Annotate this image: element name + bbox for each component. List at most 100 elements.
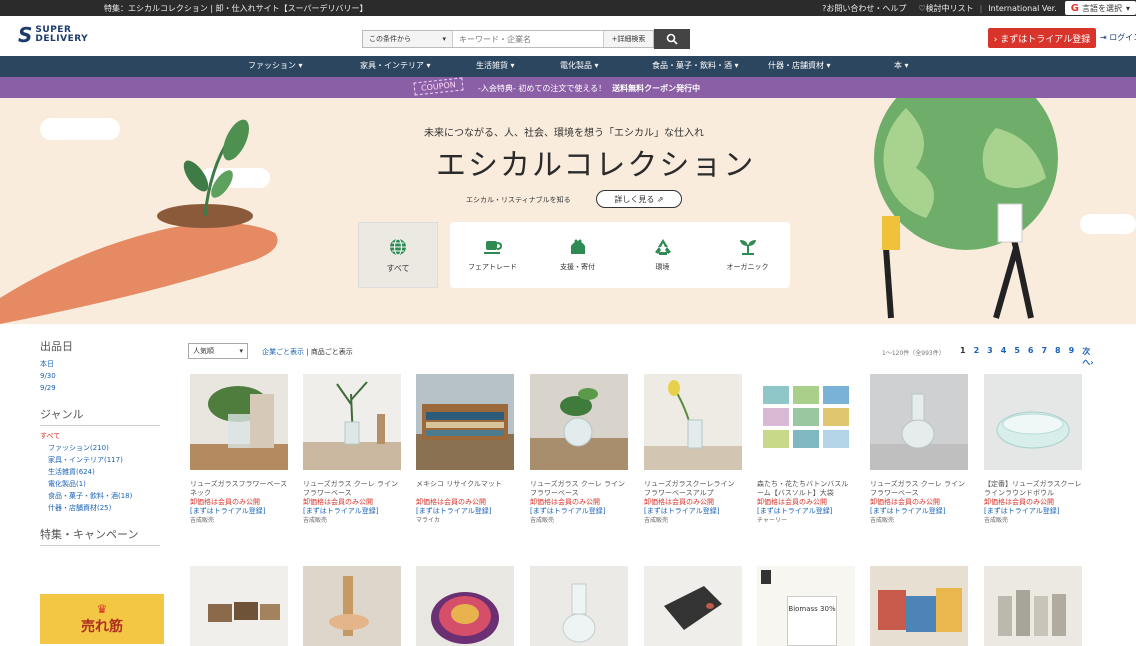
page-link[interactable]: 4	[1001, 346, 1007, 368]
product-trial-link[interactable]: [まずはトライアル登録]	[870, 507, 968, 516]
search-button[interactable]	[654, 29, 690, 49]
product-trial-link[interactable]: [まずはトライアル登録]	[984, 507, 1082, 516]
product-card[interactable]: リューズガラスフラワーベースネック 卸価格は会員のみ公開 [まずはトライアル登録…	[190, 374, 288, 525]
view-toggle: 企業ごと表示 | 商品ごと表示	[262, 347, 353, 357]
page-link[interactable]: 2	[974, 346, 980, 368]
product-shop[interactable]: 吉成販売	[190, 516, 288, 525]
page-link[interactable]: 8	[1055, 346, 1061, 368]
nav-item-store-supplies[interactable]: 什器・店舗資材 ▾	[768, 60, 831, 71]
product-trial-link[interactable]: [まずはトライアル登録]	[530, 507, 628, 516]
product-shop[interactable]: 吉成販売	[530, 516, 628, 525]
product-card[interactable]: 森たち・花たちバトンバスルーム【バスソルト】大袋 卸価格は会員のみ公開 [まずは…	[757, 374, 855, 525]
product-image[interactable]	[190, 566, 288, 646]
page-link[interactable]: 9	[1069, 346, 1075, 368]
login-link[interactable]: ⇥ ログイン	[1100, 32, 1136, 43]
product-card[interactable]: 【定番】リューズガラスクーレラインラウンドボウル 卸価格は会員のみ公開 [まずは…	[984, 374, 1082, 525]
product-price-note: 卸価格は会員のみ公開	[757, 498, 827, 506]
next-page-link[interactable]: 次へ›	[1082, 346, 1100, 368]
page-link[interactable]: 5	[1014, 346, 1020, 368]
product-card[interactable]: リューズガラスクーレライン フラワーベースアルプ 卸価格は会員のみ公開 [まずは…	[644, 374, 742, 525]
product-card[interactable]: リューズガラス クーレ ライン フラワーベース 卸価格は会員のみ公開 [まずはト…	[303, 374, 401, 525]
category-organic[interactable]: オーガニック	[705, 222, 790, 288]
international-link[interactable]: International Ver.	[982, 4, 1062, 13]
genre-link-furniture[interactable]: 家具・インテリア(117)	[40, 454, 160, 466]
nav-item-electronics[interactable]: 電化製品 ▾	[560, 60, 599, 71]
date-link[interactable]: 9/30	[40, 370, 160, 382]
genre-link-fashion[interactable]: ファッション(210)	[40, 442, 160, 454]
genre-link-food[interactable]: 食品・菓子・飲料・酒(18)	[40, 490, 160, 502]
page-link-current[interactable]: 1	[960, 346, 966, 368]
product-image[interactable]	[303, 566, 401, 646]
wishlist-link[interactable]: ♡検討中リスト	[912, 3, 979, 14]
product-card[interactable]: メキシコ リサイクルマット 卸価格は会員のみ公開 [まずはトライアル登録] マラ…	[416, 374, 514, 525]
category-all-button[interactable]: すべて	[358, 222, 438, 288]
search-input[interactable]	[453, 31, 603, 47]
product-name[interactable]: リューズガラス クーレ ライン フラワーベース	[303, 480, 401, 498]
sort-label: 人気順	[193, 347, 214, 355]
product-image[interactable]	[870, 566, 968, 646]
category-fairtrade[interactable]: フェアトレード	[450, 222, 535, 288]
product-shop[interactable]: チャーリー	[757, 516, 855, 525]
coupon-message: -入会特典- 初めての注文で使える！	[478, 84, 607, 93]
product-image[interactable]	[416, 566, 514, 646]
logo[interactable]: S SUPER DELIVERY	[18, 23, 88, 47]
genre-link-electronics[interactable]: 電化製品(1)	[40, 478, 160, 490]
product-name[interactable]: リューズガラス クーレ ライン フラワーベース	[530, 480, 628, 498]
product-name[interactable]: リューズガラス クーレ ライン フラワーベース	[870, 480, 968, 498]
nav-item-household[interactable]: 生活雑貨 ▾	[476, 60, 515, 71]
product-name[interactable]: 森たち・花たちバトンバスルーム【バスソルト】大袋	[757, 480, 855, 498]
product-image[interactable]	[644, 566, 742, 646]
genre-link-household[interactable]: 生活雑貨(624)	[40, 466, 160, 478]
product-trial-link[interactable]: [まずはトライアル登録]	[303, 507, 401, 516]
product-name[interactable]: 【定番】リューズガラスクーレラインラウンドボウル	[984, 480, 1082, 498]
coupon-banner[interactable]: COUPON -入会特典- 初めての注文で使える！ 送料無料クーポン発行中	[0, 77, 1136, 98]
coupon-tag: COUPON	[413, 77, 464, 96]
product-trial-link[interactable]: [まずはトライアル登録]	[190, 507, 288, 516]
product-shop[interactable]: 吉成販売	[303, 516, 401, 525]
page-link[interactable]: 3	[987, 346, 993, 368]
product-name[interactable]: メキシコ リサイクルマット	[416, 480, 514, 498]
bestseller-banner[interactable]: ♛ 売れ筋	[40, 594, 164, 644]
category-environment[interactable]: 環境	[620, 222, 705, 288]
product-shop[interactable]: マライカ	[416, 516, 514, 525]
page-link[interactable]: 7	[1041, 346, 1047, 368]
product-trial-link[interactable]: [まずはトライアル登録]	[644, 507, 742, 516]
product-image	[644, 374, 742, 470]
product-name[interactable]: リューズガラスフラワーベースネック	[190, 480, 288, 498]
logo-text-bottom: DELIVERY	[35, 34, 89, 44]
product-shop[interactable]: 吉成販売	[644, 516, 742, 525]
details-button[interactable]: 詳しく見る ⇗	[596, 190, 682, 208]
nav-item-furniture[interactable]: 家具・インテリア ▾	[360, 60, 431, 71]
category-label: 環境	[655, 263, 670, 271]
nav-item-books[interactable]: 本 ▾	[894, 60, 909, 71]
globe-people-illustration	[874, 98, 1058, 319]
advanced-search-button[interactable]: +詳細検索	[603, 31, 653, 47]
genre-link-all[interactable]: すべて	[40, 430, 160, 442]
product-price-note: 卸価格は会員のみ公開	[416, 498, 486, 506]
product-image[interactable]	[984, 566, 1082, 646]
nav-item-food[interactable]: 食品・菓子・飲料・酒 ▾	[652, 60, 739, 71]
product-name[interactable]: リューズガラスクーレライン フラワーベースアルプ	[644, 480, 742, 498]
product-trial-link[interactable]: [まずはトライアル登録]	[757, 507, 855, 516]
product-image[interactable]: Biomass 30%	[757, 566, 855, 646]
page-title: 特集：エシカルコレクション | 卸・仕入れサイト【スーパーデリバリー】	[104, 4, 368, 13]
product-card[interactable]: リューズガラス クーレ ライン フラワーベース 卸価格は会員のみ公開 [まずはト…	[870, 374, 968, 525]
help-link[interactable]: ?お問い合わせ・ヘルプ	[816, 3, 912, 14]
view-by-company-link[interactable]: 企業ごと表示	[262, 348, 304, 356]
sort-select[interactable]: 人気順 ▾	[188, 343, 248, 359]
product-shop[interactable]: 吉成販売	[984, 516, 1082, 525]
translate-select[interactable]: G 言語を選択 ▾	[1064, 1, 1136, 15]
view-separator: |	[304, 348, 311, 356]
nav-item-fashion[interactable]: ファッション ▾	[248, 60, 303, 71]
search-scope-select[interactable]: この条件から ▾	[363, 31, 453, 47]
page-link[interactable]: 6	[1028, 346, 1034, 368]
date-link-today[interactable]: 本日	[40, 358, 160, 370]
genre-link-store-supplies[interactable]: 什器・店舗資材(25)	[40, 502, 160, 514]
product-image[interactable]	[530, 566, 628, 646]
date-link[interactable]: 9/29	[40, 382, 160, 394]
product-card[interactable]: リューズガラス クーレ ライン フラワーベース 卸価格は会員のみ公開 [まずはト…	[530, 374, 628, 525]
product-trial-link[interactable]: [まずはトライアル登録]	[416, 507, 514, 516]
trial-register-button[interactable]: › まずはトライアル登録	[988, 28, 1096, 48]
product-shop[interactable]: 吉成販売	[870, 516, 968, 525]
category-support[interactable]: 支援・寄付	[535, 222, 620, 288]
